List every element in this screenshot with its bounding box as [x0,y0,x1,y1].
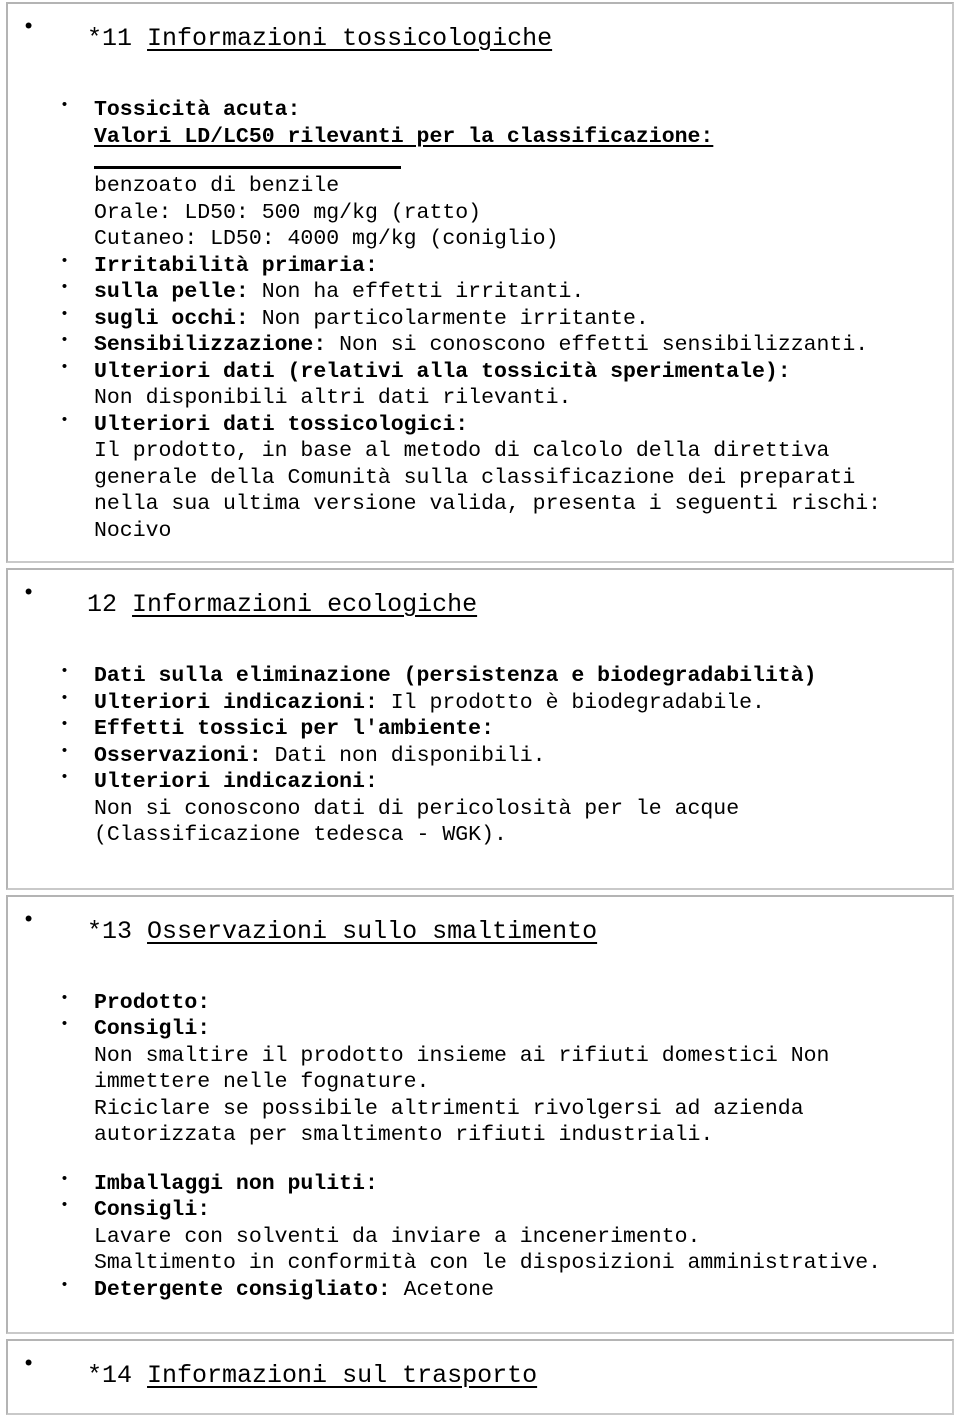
list-item: Irritabilità primaria: [9,253,951,280]
item-label: Tossicità acuta: [94,98,301,122]
list-item: sulla pelle: Non ha effetti irritanti. [9,279,951,306]
list-item: Ulteriori dati tossicologici: [9,412,951,439]
list-item: Smaltimento in conformità con le disposi… [9,1250,951,1277]
list-item: Orale: LD50: 500 mg/kg (ratto) [9,200,951,227]
item-label: Ulteriori dati (relativi alla tossicità … [94,359,791,384]
list-item: Non si conoscono dati di pericolosità pe… [9,796,951,823]
item-label: Irritabilità primaria: [94,253,378,278]
item-label: Ulteriori indicazioni: [94,770,378,794]
list-item: Detergente consigliato: Acetone [9,1277,951,1304]
section-heading-14: *14 Informazioni sul trasporto [9,1354,951,1396]
item-text: Il prodotto, in base al metodo di calcol… [94,439,830,463]
section-11: *11 Informazioni tossicologiche Tossicit… [6,2,954,563]
list-item: Nocivo [9,518,951,545]
list-item: Ulteriori indicazioni: [9,769,951,796]
list-item: Imballaggi non puliti: [9,1171,951,1198]
list-item: Lavare con solventi da inviare a incener… [9,1224,951,1251]
item-text: nella sua ultima versione valida, presen… [94,492,882,516]
item-text: Lavare con solventi da inviare a incener… [94,1224,701,1249]
list-item: immettere nelle fognature. [9,1069,951,1096]
item-text: Orale: LD50: 500 mg/kg (ratto) [94,200,482,225]
list-item: Consigli: [9,1197,951,1224]
list-item: Ulteriori indicazioni: Il prodotto è bio… [9,690,951,717]
list-item: generale della Comunità sulla classifica… [9,465,951,492]
item-text: Cutaneo: LD50: 4000 mg/kg (coniglio) [94,227,559,251]
section-heading-12: 12 Informazioni ecologiche [9,583,951,625]
horizontal-rule [94,166,401,169]
section-12: 12 Informazioni ecologiche Dati sulla el… [6,568,954,890]
item-label: Imballaggi non puliti: [94,1171,378,1196]
item-text: Smaltimento in conformità con le disposi… [94,1251,882,1275]
item-text: autorizzata per smaltimento rifiuti indu… [94,1123,714,1147]
section-14: *14 Informazioni sul trasporto [6,1339,954,1415]
section-title: Osservazioni sullo smaltimento [147,916,598,946]
section-heading-13: *13 Osservazioni sullo smaltimento [9,910,951,952]
section-number: 12 [87,590,118,619]
list-item: Non smaltire il prodotto insieme ai rifi… [9,1043,951,1070]
item-value: Il prodotto è biodegradabile. [390,690,765,715]
item-label: Effetti tossici per l'ambiente: [94,717,494,741]
item-label: Dati sulla eliminazione (persistenza e b… [94,664,817,688]
section-13: *13 Osservazioni sullo smaltimento Prodo… [6,894,954,1334]
section-heading-11: *11 Informazioni tossicologiche [9,17,951,59]
list-item: Non disponibili altri dati rilevanti. [9,385,951,412]
item-value: Acetone [403,1277,494,1302]
item-label: Consigli: [94,1017,211,1041]
item-value: Non ha effetti irritanti. [261,280,585,304]
item-text: (Classificazione tedesca - WGK). [94,823,507,847]
item-label: Ulteriori indicazioni: [94,690,378,715]
item-label: Osservazioni: [94,743,262,768]
section-number: *11 [87,24,133,53]
item-value: Dati non disponibili. [274,743,546,768]
list-item: Effetti tossici per l'ambiente: [9,716,951,743]
section-title: Informazioni tossicologiche [147,24,553,53]
list-item: nella sua ultima versione valida, presen… [9,491,951,518]
section-title: Informazioni sul trasporto [147,1361,538,1390]
list-item: Riciclare se possibile altrimenti rivolg… [9,1096,951,1123]
list-item: Valori LD/LC50 rilevanti per la classifi… [9,124,951,169]
item-text: generale della Comunità sulla classifica… [94,465,856,490]
item-value: Non particolarmente irritante. [261,306,649,331]
list-item: Sensibilizzazione: Non si conoscono effe… [9,332,951,359]
item-text: Non disponibili altri dati rilevanti. [94,386,572,410]
item-label: Valori LD/LC50 rilevanti per la classifi… [94,124,714,149]
list-item: Consigli: [9,1016,951,1043]
list-item: autorizzata per smaltimento rifiuti indu… [9,1122,951,1149]
list-item: Ulteriori dati (relativi alla tossicità … [9,359,951,386]
item-label: Consigli: [94,1198,211,1222]
item-label: sugli occhi: [94,306,249,331]
list-item: Dati sulla eliminazione (persistenza e b… [9,663,951,690]
list-item: benzoato di benzile [9,173,951,200]
list-item: Prodotto: [9,990,951,1017]
section-title: Informazioni ecologiche [132,590,478,619]
list-item: sugli occhi: Non particolarmente irritan… [9,306,951,333]
list-item: Osservazioni: Dati non disponibili. [9,743,951,770]
item-label: Prodotto: [94,990,211,1015]
document-page: *11 Informazioni tossicologiche Tossicit… [0,0,960,1415]
list-item: Il prodotto, in base al metodo di calcol… [9,438,951,465]
item-text: immettere nelle fognature. [94,1070,430,1094]
item-text: Riciclare se possibile altrimenti rivolg… [94,1096,804,1121]
list-item: Tossicità acuta: [9,97,951,124]
item-label: Sensibilizzazione: [94,333,327,357]
list-item: Cutaneo: LD50: 4000 mg/kg (coniglio) [9,226,951,253]
item-label: sulla pelle: [94,280,249,304]
item-text: Nocivo [94,518,172,543]
section-number: *14 [87,1361,133,1390]
item-text: Non smaltire il prodotto insieme ai rifi… [94,1043,830,1068]
item-label: Detergente consigliato: [94,1277,391,1302]
section-number: *13 [87,916,133,946]
item-text: benzoato di benzile [94,174,340,198]
item-value: Non si conoscono effetti sensibilizzanti… [339,333,869,357]
item-text: Non si conoscono dati di pericolosità pe… [94,796,740,821]
list-item: (Classificazione tedesca - WGK). [9,822,951,849]
item-label: Ulteriori dati tossicologici: [94,412,469,437]
